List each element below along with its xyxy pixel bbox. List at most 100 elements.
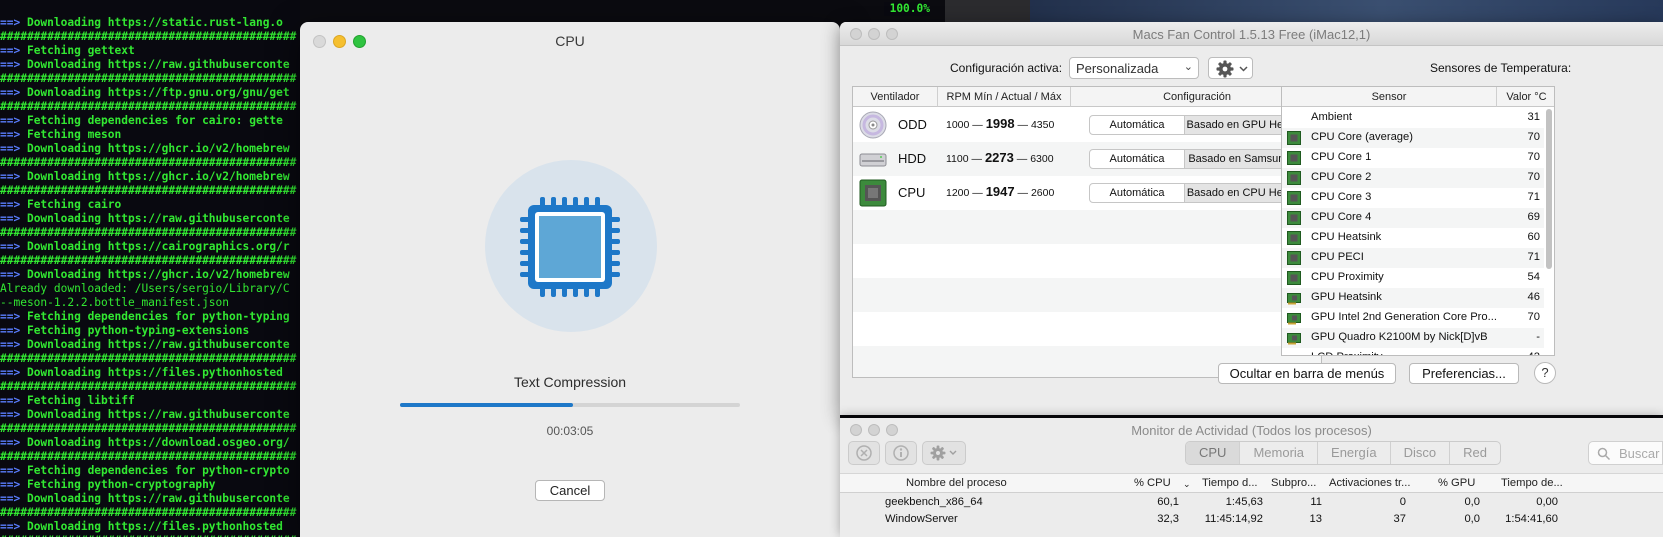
sensor-value: 54 bbox=[1527, 271, 1540, 283]
sensor-row[interactable]: Ambient 31 bbox=[1282, 108, 1544, 128]
terminal-line: ########################################… bbox=[0, 72, 297, 85]
sensor-table[interactable]: Sensor Valor °C Ambient 31 CPU Core (avera… bbox=[1281, 86, 1555, 356]
terminal-line: --meson-1.2.2.bottle_manifest.json bbox=[0, 296, 230, 309]
arrow-prefix: ==> bbox=[0, 142, 21, 155]
sensor-row[interactable]: CPU PECI 71 bbox=[1282, 248, 1544, 268]
rpm-max: 4350 bbox=[1030, 119, 1055, 131]
fan-row-cpu[interactable]: CPU 1200 — 1947 — 2600 Automática Basado… bbox=[853, 176, 1321, 210]
terminal-line: ==> Fetching dependencies for cairo: get… bbox=[0, 114, 300, 128]
preferences-button[interactable]: Preferencias... bbox=[1409, 363, 1519, 384]
config-select[interactable]: Personalizada ⌄ bbox=[1069, 57, 1199, 79]
progress-bar-fill bbox=[400, 403, 574, 407]
sensor-row[interactable]: GPU Quadro K2100M by Nick[D]vB - bbox=[1282, 328, 1544, 348]
tab-disk[interactable]: Disco bbox=[1391, 442, 1451, 464]
terminal-line: ==> Downloading https://ftp.gnu.org/gnu/… bbox=[0, 86, 300, 100]
fan-rpm: 1200 — 1947 — 2600 bbox=[946, 184, 1055, 199]
terminal-line-text: Fetching libtiff bbox=[20, 394, 135, 407]
sensor-name: GPU Intel 2nd Generation Core Pro... bbox=[1311, 311, 1497, 323]
rpm-current: 2273 bbox=[984, 150, 1014, 165]
sensor-row[interactable]: LCD Proximity 42 bbox=[1282, 348, 1544, 355]
terminal-line-text: Downloading https://raw.githubuserconte bbox=[20, 492, 290, 505]
elapsed-time: 00:03:05 bbox=[546, 424, 594, 438]
gear-icon bbox=[930, 445, 957, 461]
sensor-name: GPU Heatsink bbox=[1311, 291, 1382, 303]
sensor-row[interactable]: CPU Core 2 70 bbox=[1282, 168, 1544, 188]
terminal-line: ==> Downloading https://ghcr.io/v2/homeb… bbox=[0, 170, 300, 184]
terminal-line: ==> Downloading https://raw.githubuserco… bbox=[0, 212, 300, 226]
help-button[interactable]: ? bbox=[1534, 362, 1556, 384]
fan-row-hdd[interactable]: HDD 1100 — 2273 — 6300 Automática Basado… bbox=[853, 142, 1321, 176]
tab-energy[interactable]: Energía bbox=[1318, 442, 1391, 464]
terminal-line-text: Fetching python-typing-extensions bbox=[20, 324, 250, 337]
sensor-row[interactable]: CPU Core 3 71 bbox=[1282, 188, 1544, 208]
column-header-threads[interactable]: Subpro... bbox=[1271, 477, 1316, 489]
sensor-row[interactable]: CPU Core 1 70 bbox=[1282, 148, 1544, 168]
cpu-chip-icon bbox=[1287, 191, 1301, 205]
chevron-down-icon: ⌄ bbox=[1183, 479, 1191, 489]
sensor-value: 60 bbox=[1527, 231, 1540, 243]
process-row[interactable]: geekbench_x86_64 60,1 1:45,63 11 0 0,0 0,00 bbox=[840, 494, 1663, 511]
rpm-max: 6300 bbox=[1030, 153, 1054, 165]
stop-process-button[interactable] bbox=[848, 441, 880, 465]
cancel-button[interactable]: Cancel bbox=[535, 480, 605, 501]
arrow-prefix: ==> bbox=[0, 310, 21, 323]
arrow-prefix: ==> bbox=[0, 464, 21, 477]
gear-menu-button[interactable] bbox=[1208, 57, 1253, 79]
sensor-row[interactable]: CPU Core 4 69 bbox=[1282, 208, 1544, 228]
column-header-fan[interactable]: Ventilador bbox=[853, 87, 938, 107]
column-header-cpu[interactable]: % CPU bbox=[1134, 477, 1171, 489]
hide-in-menubar-button[interactable]: Ocultar en barra de menús bbox=[1218, 363, 1396, 384]
sensor-row[interactable]: GPU Intel 2nd Generation Core Pro... 70 bbox=[1282, 308, 1544, 328]
sensor-value: 69 bbox=[1527, 211, 1540, 223]
auto-mode-button[interactable]: Automática bbox=[1089, 115, 1185, 135]
sensor-value: 31 bbox=[1527, 111, 1540, 123]
process-row[interactable]: WindowServer 32,3 11:45:14,92 13 37 0,0 1:54:4… bbox=[840, 511, 1663, 528]
fan-name: ODD bbox=[898, 117, 927, 132]
column-header-gpu[interactable]: % GPU bbox=[1438, 477, 1475, 489]
terminal-line-text: Downloading https://download.osgeo.org/ bbox=[20, 436, 290, 449]
sensor-value: 71 bbox=[1527, 191, 1540, 203]
tab-memory[interactable]: Memoria bbox=[1240, 442, 1319, 464]
search-field[interactable]: Buscar bbox=[1588, 441, 1663, 465]
column-header-gpu-time[interactable]: Tiempo de... bbox=[1501, 477, 1563, 489]
column-header-sensor[interactable]: Sensor bbox=[1282, 87, 1497, 107]
arrow-prefix: ==> bbox=[0, 492, 21, 505]
sensor-value: 70 bbox=[1527, 311, 1540, 323]
terminal-line-text: Downloading https://raw.githubuserconte bbox=[20, 338, 290, 351]
column-header-rpm[interactable]: RPM Mín / Actual / Máx bbox=[938, 87, 1071, 107]
arrow-prefix: ==> bbox=[0, 240, 21, 253]
scrollbar[interactable] bbox=[1546, 109, 1552, 269]
column-header-idle-wakeups[interactable]: Activaciones tr... bbox=[1329, 477, 1410, 489]
gpu-time: 1:54:41,60 bbox=[1505, 513, 1558, 525]
terminal-line: ==> Fetching libtiff bbox=[0, 394, 300, 408]
process-table-header: Nombre del proceso % CPU ⌄ Tiempo d... S… bbox=[840, 473, 1663, 493]
window-title: Monitor de Actividad (Todos los procesos… bbox=[1131, 423, 1372, 438]
fan-row-odd[interactable]: ODD 1000 — 1998 — 4350 Automática Basado… bbox=[853, 108, 1321, 142]
arrow-prefix: ==> bbox=[0, 338, 21, 351]
sensor-row[interactable]: CPU Core (average) 70 bbox=[1282, 128, 1544, 148]
column-header-value[interactable]: Valor °C bbox=[1497, 87, 1554, 107]
sensor-row[interactable]: CPU Heatsink 60 bbox=[1282, 228, 1544, 248]
auto-mode-button[interactable]: Automática bbox=[1089, 183, 1185, 203]
sensor-row[interactable]: GPU Heatsink 46 bbox=[1282, 288, 1544, 308]
terminal-line-text: Fetching python-cryptography bbox=[20, 478, 216, 491]
info-button[interactable] bbox=[885, 441, 917, 465]
column-header-cpu-time[interactable]: Tiempo d... bbox=[1202, 477, 1258, 489]
config-select-value: Personalizada bbox=[1076, 61, 1159, 76]
terminal-window[interactable]: ==> Downloading https://static.rust-lang… bbox=[0, 0, 300, 537]
terminal-line: ==> Fetching dependencies for python-typ… bbox=[0, 310, 300, 324]
auto-mode-button[interactable]: Automática bbox=[1089, 149, 1185, 169]
terminal-line-text: Downloading https://ghcr.io/v2/homebrew bbox=[20, 268, 290, 281]
tab-cpu[interactable]: CPU bbox=[1186, 442, 1241, 464]
graphics-card-icon bbox=[1287, 333, 1301, 345]
cpu-chip-icon bbox=[859, 179, 887, 207]
terminal-line: ==> Downloading https://raw.githubuserco… bbox=[0, 58, 300, 72]
sensor-row[interactable]: CPU Proximity 54 bbox=[1282, 268, 1544, 288]
action-menu-button[interactable] bbox=[922, 441, 966, 465]
column-header-process-name[interactable]: Nombre del proceso bbox=[906, 477, 1007, 489]
title-bar: Macs Fan Control 1.5.13 Free (iMac12,1) bbox=[840, 22, 1663, 46]
terminal-line: ########################################… bbox=[0, 506, 297, 519]
tab-network[interactable]: Red bbox=[1450, 442, 1500, 464]
process-name: WindowServer bbox=[885, 513, 958, 525]
fan-table: Ventilador RPM Mín / Actual / Máx Config… bbox=[852, 86, 1322, 378]
